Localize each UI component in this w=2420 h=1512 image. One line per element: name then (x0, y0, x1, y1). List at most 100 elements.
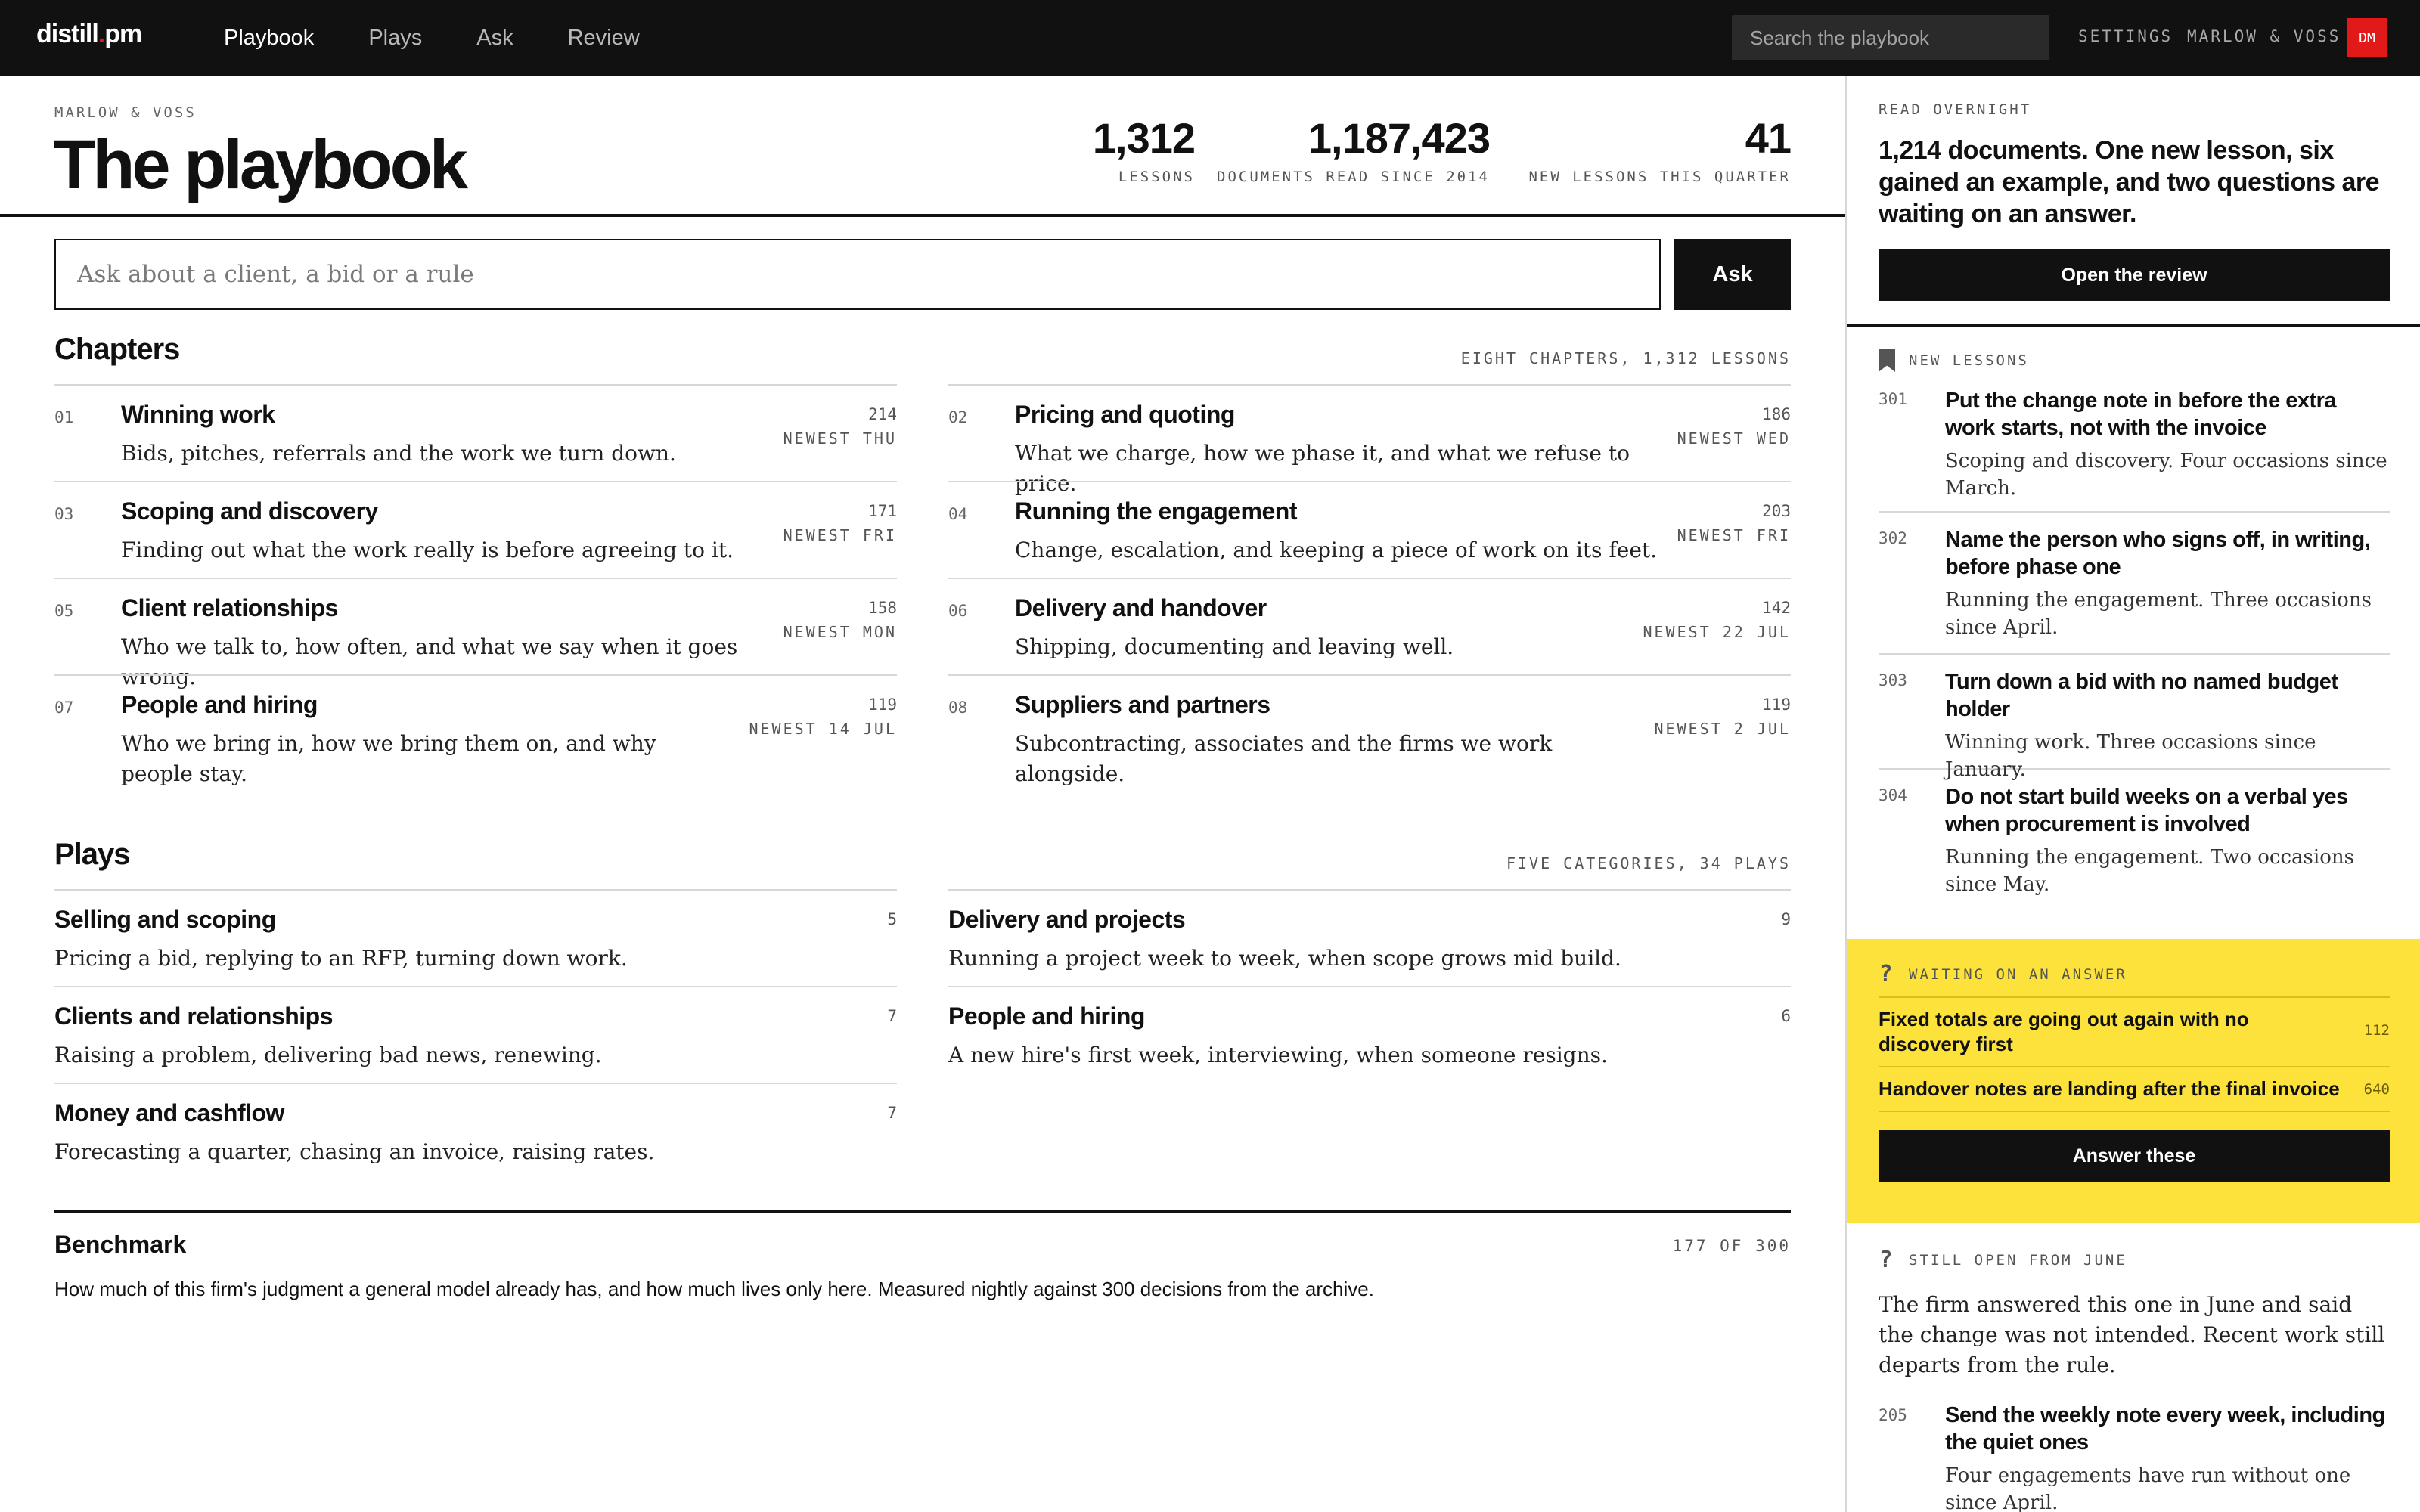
chapter-index: 01 (54, 408, 74, 426)
lesson-item[interactable]: 304 Do not start build weeks on a verbal… (1879, 770, 2390, 913)
lesson-item[interactable]: 205 Send the weekly note every week, inc… (1879, 1402, 2390, 1512)
overnight-summary: 1,214 documents. One new lesson, six gai… (1879, 136, 2380, 228)
chapter-description: Who we bring in, how we bring them on, a… (121, 731, 656, 786)
question-title: Handover notes are landing after the fin… (1879, 1077, 2340, 1100)
chapter-name: Running the engagement (1015, 497, 1298, 525)
answer-these-button[interactable]: Answer these (1879, 1130, 2390, 1182)
stat-label: NEW LESSONS THIS QUARTER (1528, 169, 1791, 185)
new-lessons-label: NEW LESSONS (1909, 352, 2029, 369)
logo-dot: . (98, 20, 106, 48)
question-item[interactable]: Handover notes are landing after the fin… (1879, 1067, 2390, 1112)
chapter-name: Pricing and quoting (1015, 401, 1235, 428)
new-lessons-header: NEW LESSONS (1879, 349, 2390, 372)
stat-label: LESSONS (1118, 169, 1195, 185)
chapter-row[interactable]: 04 Running the engagement Change, escala… (948, 481, 1791, 578)
nav-plays[interactable]: Plays (368, 26, 422, 51)
play-category-description: A new hire's first week, interviewing, w… (948, 1043, 1608, 1067)
play-category-row[interactable]: People and hiring A new hire's first wee… (948, 986, 1791, 1083)
play-category-row[interactable]: Clients and relationships Raising a prob… (54, 986, 897, 1083)
bookmark-icon (1879, 349, 1895, 372)
question-title: Fixed totals are going out again with no… (1879, 1008, 2249, 1055)
chapter-count: 142 (1762, 599, 1791, 617)
chapter-count: 158 (868, 599, 897, 617)
search-input[interactable] (1750, 26, 2031, 50)
chapter-row[interactable]: 02 Pricing and quoting What we charge, h… (948, 384, 1791, 496)
play-category-count: 6 (1781, 1007, 1791, 1025)
side-divider (1847, 324, 2420, 327)
chapter-index: 08 (948, 699, 968, 717)
ask-box (54, 239, 1661, 310)
chapter-count: 186 (1762, 405, 1791, 423)
search-box (1732, 15, 2049, 60)
firm-switcher[interactable]: MARLOW & VOSS (2187, 27, 2341, 45)
chapter-newest: NEWEST 22 JUL (1643, 623, 1791, 641)
lesson-number: 303 (1879, 671, 1907, 689)
stat-value: 41 (1745, 114, 1792, 162)
chapter-row[interactable]: 05 Client relationships Who we talk to, … (54, 578, 897, 689)
chapters-grid: 01 Winning work Bids, pitches, referrals… (54, 384, 1791, 788)
lesson-item[interactable]: 303 Turn down a bid with no named budget… (1879, 655, 2390, 781)
play-category-name: Selling and scoping (54, 906, 276, 933)
user-avatar[interactable]: DM (2347, 18, 2387, 57)
chapter-row[interactable]: 03 Scoping and discovery Finding out wha… (54, 481, 897, 578)
lesson-title: Put the change note in before the extra … (1945, 389, 2337, 440)
new-lessons-list: 301 Put the change note in before the ex… (1879, 386, 2390, 913)
lesson-number: 304 (1879, 786, 1907, 804)
chapter-index: 02 (948, 408, 968, 426)
lesson-description: Running the engagement. Two occasions si… (1945, 846, 2354, 896)
chapter-description: Change, escalation, and keeping a piece … (1015, 538, 1658, 562)
still-open-label: STILL OPEN FROM JUNE (1909, 1252, 2127, 1269)
play-category-count: 7 (887, 1104, 897, 1122)
stat-label: DOCUMENTS READ SINCE 2014 (1217, 169, 1490, 185)
benchmark-score: 177 OF 300 (1672, 1237, 1791, 1255)
benchmark-title: Benchmark (54, 1231, 187, 1258)
chapter-name: Client relationships (121, 594, 338, 621)
play-category-name: People and hiring (948, 1002, 1145, 1030)
stat-value: 1,187,423 (1308, 114, 1491, 162)
chapter-index: 03 (54, 505, 74, 523)
settings-link[interactable]: SETTINGS (2078, 27, 2173, 45)
chapter-newest: NEWEST THU (783, 429, 897, 448)
chapter-newest: NEWEST FRI (783, 526, 897, 544)
waiting-label: WAITING ON AN ANSWER (1909, 966, 2127, 983)
play-category-description: Forecasting a quarter, chasing an invoic… (54, 1139, 655, 1164)
question-icon: ? (1879, 1247, 1895, 1273)
plays-meta: FIVE CATEGORIES, 34 PLAYS (1506, 854, 1791, 872)
top-navigation-bar: distill.pm Playbook Plays Ask Review SET… (0, 0, 2420, 76)
ask-button[interactable]: Ask (1674, 239, 1791, 310)
chapter-row[interactable]: 06 Delivery and handover Shipping, docum… (948, 578, 1791, 674)
chapter-index: 04 (948, 505, 968, 523)
lesson-number: 205 (1879, 1406, 1907, 1424)
question-count: 640 (2363, 1081, 2390, 1098)
question-item[interactable]: Fixed totals are going out again with no… (1879, 998, 2390, 1067)
nav-review[interactable]: Review (568, 26, 640, 51)
chapters-heading: Chapters (54, 333, 180, 366)
lesson-number: 302 (1879, 529, 1907, 547)
open-review-button[interactable]: Open the review (1879, 249, 2390, 301)
play-category-count: 9 (1781, 910, 1791, 928)
nav-playbook[interactable]: Playbook (224, 26, 314, 51)
play-category-name: Clients and relationships (54, 1002, 334, 1030)
play-category-row[interactable]: Selling and scoping Pricing a bid, reply… (54, 889, 897, 986)
nav-ask[interactable]: Ask (476, 26, 513, 51)
chapter-row[interactable]: 01 Winning work Bids, pitches, referrals… (54, 384, 897, 481)
play-category-row[interactable]: Delivery and projects Running a project … (948, 889, 1791, 986)
still-open-section: ? STILL OPEN FROM JUNE The firm answered… (1879, 1249, 2390, 1512)
app-logo[interactable]: distill.pm (36, 20, 142, 49)
lesson-item[interactable]: 301 Put the change note in before the ex… (1879, 386, 2390, 513)
ask-input[interactable] (77, 261, 1638, 288)
play-category-name: Money and cashflow (54, 1099, 284, 1126)
logo-text: distill (36, 20, 99, 48)
lesson-item[interactable]: 302 Name the person who signs off, in wr… (1879, 513, 2390, 655)
chapter-row[interactable]: 07 People and hiring Who we bring in, ho… (54, 674, 897, 788)
stat-lessons: 1,312 LESSONS (968, 113, 1196, 185)
play-category-name: Delivery and projects (948, 906, 1186, 933)
benchmark-divider (54, 1210, 1791, 1213)
chapters-meta: EIGHT CHAPTERS, 1,312 LESSONS (1460, 349, 1791, 367)
play-category-row[interactable]: Money and cashflow Forecasting a quarter… (54, 1083, 897, 1179)
chapter-row[interactable]: 08 Suppliers and partners Subcontracting… (948, 674, 1791, 788)
chapter-description: Finding out what the work really is befo… (121, 538, 734, 562)
chapter-newest: NEWEST MON (783, 623, 897, 641)
play-category-count: 5 (887, 910, 897, 928)
lesson-title: Turn down a bid with no named budget hol… (1945, 670, 2338, 721)
